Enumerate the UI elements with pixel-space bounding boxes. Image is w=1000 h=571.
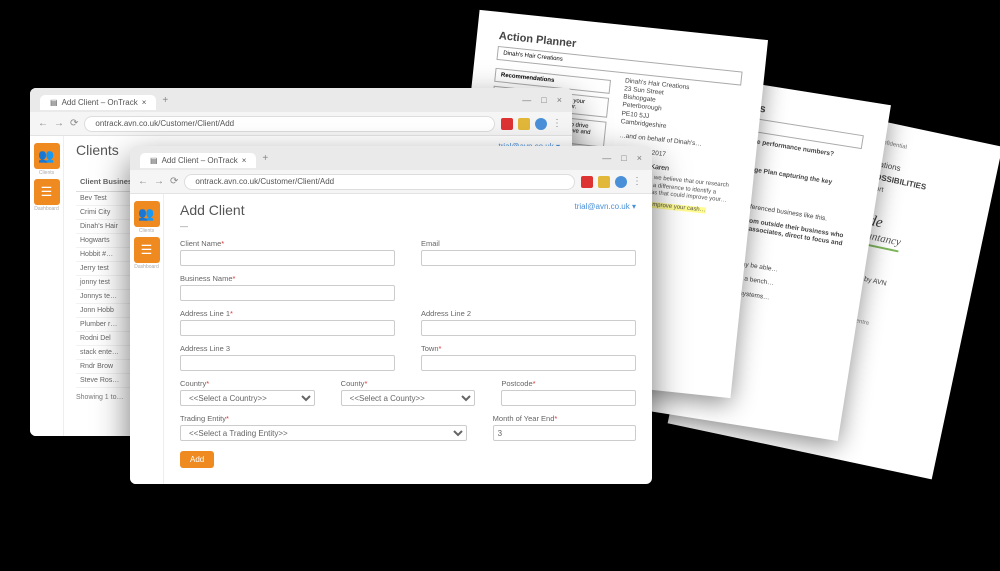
label-addr2: Address Line 2 [421,309,636,318]
sidebar-clients-button[interactable]: 👥 [134,201,160,227]
close-tab-icon[interactable]: × [242,156,247,165]
browser-window-add-client: ▤ Add Client – OnTrack × + — □ × ← → ⟳ o… [130,146,652,484]
browser-tab[interactable]: ▤ Add Client – OnTrack × [40,95,156,110]
county-select[interactable]: <<Select a County>> [341,390,476,406]
client-name-input[interactable] [180,250,395,266]
sidebar-clients-button[interactable]: 👥 [34,143,60,169]
back-icon[interactable]: ← [38,118,48,129]
country-select[interactable]: <<Select a Country>> [180,390,315,406]
ext-icon-blue[interactable] [535,118,547,130]
label-country: Country [180,379,315,388]
extension-icons: ⋮ [501,118,564,130]
menu-icon[interactable]: ⋮ [552,118,564,130]
browser-tab[interactable]: ▤ Add Client – OnTrack × [140,153,256,168]
close-icon[interactable]: × [637,153,642,163]
forward-icon[interactable]: → [54,118,64,129]
ext-icon-red[interactable] [501,118,513,130]
back-icon[interactable]: ← [138,176,148,187]
label-addr1: Address Line 1 [180,309,395,318]
addr1-input[interactable] [180,320,395,336]
ext-icon-red[interactable] [581,176,593,188]
label-county: County [341,379,476,388]
list-icon: ☰ [141,242,153,258]
label-addr3: Address Line 3 [180,344,395,353]
close-tab-icon[interactable]: × [142,98,147,107]
minimize-icon[interactable]: — [602,153,611,163]
page-title: Add Client [180,202,636,218]
new-tab-button[interactable]: + [262,153,268,164]
users-icon: 👥 [138,206,154,222]
maximize-icon[interactable]: □ [621,153,626,163]
planner-address: Dinah's Hair Creations 23 Sun Street Bis… [620,77,740,138]
app-sidebar: 👥 Clients ☰ Dashboard [130,194,164,484]
ext-icon-mustard[interactable] [598,176,610,188]
close-icon[interactable]: × [557,95,562,105]
menu-icon[interactable]: ⋮ [632,176,644,188]
label-email: Email [421,239,636,248]
email-input[interactable] [421,250,636,266]
address-bar: ← → ⟳ ontrack.avn.co.uk/Customer/Client/… [130,170,652,194]
label-month-year-end: Month of Year End [493,414,636,423]
label-trading-entity: Trading Entity [180,414,467,423]
forward-icon[interactable]: → [154,176,164,187]
new-tab-button[interactable]: + [162,95,168,106]
address-bar: ← → ⟳ ontrack.avn.co.uk/Customer/Client/… [30,112,572,136]
list-icon: ☰ [41,184,53,200]
user-menu[interactable]: trial@avn.co.uk ▾ [575,202,637,211]
users-icon: 👥 [38,148,54,164]
addr2-input[interactable] [421,320,636,336]
page-icon: ▤ [150,156,158,165]
url-field[interactable]: ontrack.avn.co.uk/Customer/Client/Add [184,174,575,190]
titlebar: ▤ Add Client – OnTrack × + — □ × [30,88,572,112]
minimize-icon[interactable]: — [522,95,531,105]
reload-icon[interactable]: ⟳ [70,118,78,129]
sidebar-dashboard-button[interactable]: ☰ [34,179,60,205]
subhead: — [180,222,636,231]
extension-icons: ⋮ [581,176,644,188]
add-button[interactable]: Add [180,451,214,468]
label-business-name: Business Name [180,274,395,283]
label-postcode: Postcode [501,379,636,388]
maximize-icon[interactable]: □ [541,95,546,105]
addr3-input[interactable] [180,355,395,371]
label-town: Town [421,344,636,353]
url-field[interactable]: ontrack.avn.co.uk/Customer/Client/Add [84,116,495,132]
app-sidebar: 👥 Clients ☰ Dashboard [30,136,64,436]
label-client-name: Client Name [180,239,395,248]
titlebar: ▤ Add Client – OnTrack × + — □ × [130,146,652,170]
town-input[interactable] [421,355,636,371]
postcode-input[interactable] [501,390,636,406]
page-icon: ▤ [50,98,58,107]
reload-icon[interactable]: ⟳ [170,176,178,187]
trading-entity-select[interactable]: <<Select a Trading Entity>> [180,425,467,441]
sidebar-dashboard-button[interactable]: ☰ [134,237,160,263]
month-year-end-input[interactable] [493,425,636,441]
ext-icon-mustard[interactable] [518,118,530,130]
ext-icon-blue[interactable] [615,176,627,188]
business-name-input[interactable] [180,285,395,301]
